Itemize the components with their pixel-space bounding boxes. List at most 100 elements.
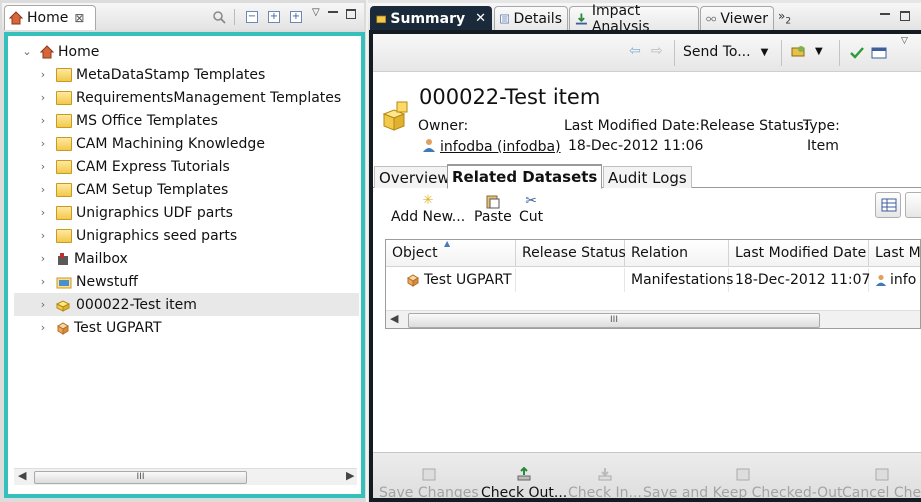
- tree-item[interactable]: › MetaDataStamp Templates: [14, 63, 359, 86]
- scroll-left-icon[interactable]: ◀: [18, 469, 26, 482]
- tree-item[interactable]: › Test UGPART: [14, 316, 359, 339]
- send-to-button[interactable]: Send To... ▼: [683, 44, 768, 60]
- actions-menu-button[interactable]: ▼: [791, 44, 823, 58]
- view-menu-icon[interactable]: ▽: [901, 36, 908, 46]
- chevron-right-icon[interactable]: ›: [36, 91, 50, 104]
- chevron-right-icon[interactable]: ›: [36, 298, 50, 311]
- scroll-thumb[interactable]: III: [34, 471, 247, 484]
- search-icon[interactable]: [212, 10, 226, 24]
- back-arrow-icon[interactable]: ⇦: [629, 43, 641, 59]
- tree-item[interactable]: ⌄ Home: [14, 40, 359, 63]
- chevron-down-icon[interactable]: ⌄: [20, 45, 34, 58]
- folder-icon: [56, 228, 72, 243]
- tab-home[interactable]: Home ⊠: [4, 5, 96, 30]
- chevron-right-icon[interactable]: ›: [36, 321, 50, 334]
- tree-item-label: Newstuff: [76, 273, 138, 290]
- paste-button[interactable]: Paste: [474, 193, 512, 225]
- tree-item[interactable]: › CAM Machining Knowledge: [14, 132, 359, 155]
- close-tab-icon[interactable]: ⊠: [74, 11, 84, 25]
- owner-link[interactable]: infodba (infodba): [440, 139, 561, 155]
- tab-impact-analysis[interactable]: Impact Analysis: [569, 3, 699, 35]
- column-header-label: Relation: [631, 245, 688, 261]
- tab-overview[interactable]: Overview: [374, 166, 455, 188]
- chevron-right-icon[interactable]: ›: [36, 183, 50, 196]
- check-in-button[interactable]: Check In...: [568, 457, 642, 498]
- cut-icon: ✂: [525, 193, 537, 209]
- tab-summary[interactable]: Summary ✕: [370, 6, 492, 30]
- tree-item[interactable]: › Newstuff: [14, 270, 359, 293]
- chevron-right-icon[interactable]: ›: [36, 252, 50, 265]
- table-view-button[interactable]: [875, 192, 901, 218]
- column-header-last-modified-user[interactable]: Last M: [869, 240, 920, 267]
- chevron-right-icon[interactable]: ›: [36, 114, 50, 127]
- home-tree: ⌄ Home › MetaDataStamp Templates › Requiremen…: [14, 40, 359, 339]
- tree-item[interactable]: › Unigraphics UDF parts: [14, 201, 359, 224]
- column-header-label: Object: [392, 245, 438, 261]
- folder-icon: [56, 182, 72, 197]
- tab-audit-logs-label: Audit Logs: [608, 168, 687, 187]
- tree-item[interactable]: › CAM Setup Templates: [14, 178, 359, 201]
- window-icon[interactable]: [871, 46, 887, 60]
- tree-item[interactable]: › 000022-Test item: [14, 293, 359, 316]
- add-new-button[interactable]: ✳ Add New...: [391, 193, 465, 225]
- tree-item[interactable]: › Mailbox: [14, 247, 359, 270]
- maximize-icon[interactable]: [346, 9, 356, 19]
- column-header-release-status[interactable]: Release Status: [516, 240, 626, 267]
- column-header-relation[interactable]: Relation: [625, 240, 729, 267]
- tree-item[interactable]: › RequirementsManagement Templates: [14, 86, 359, 109]
- tab-related-datasets[interactable]: Related Datasets: [447, 164, 603, 189]
- save-icon: [422, 468, 436, 481]
- table-horizontal-scrollbar[interactable]: ◀ III: [386, 310, 920, 328]
- view-menu-icon[interactable]: ▽: [312, 7, 320, 18]
- column-header-object[interactable]: Object ▲: [386, 240, 516, 267]
- column-header-last-modified-date[interactable]: Last Modified Date: [729, 240, 869, 267]
- chevron-right-icon[interactable]: ›: [36, 68, 50, 81]
- tree-item[interactable]: › CAM Express Tutorials: [14, 155, 359, 178]
- chevron-right-icon[interactable]: ›: [36, 160, 50, 173]
- tree-view-button[interactable]: [905, 192, 921, 218]
- scroll-left-icon[interactable]: ◀: [390, 312, 398, 325]
- check-out-icon: [517, 467, 531, 481]
- chevron-right-icon[interactable]: ›: [36, 275, 50, 288]
- expand-below-icon[interactable]: +: [290, 11, 302, 23]
- mailbox-icon: [56, 252, 70, 266]
- horizontal-scrollbar[interactable]: ◀ III ▶: [14, 468, 357, 485]
- chevron-right-icon[interactable]: ›: [36, 206, 50, 219]
- tab-audit-logs[interactable]: Audit Logs: [603, 166, 692, 188]
- cut-button[interactable]: ✂ Cut: [519, 193, 543, 225]
- ugpart-icon: [407, 274, 419, 287]
- scroll-thumb[interactable]: III: [408, 313, 820, 328]
- tab-viewer[interactable]: Viewer: [700, 6, 774, 30]
- tab-details[interactable]: Details: [494, 6, 568, 30]
- check-out-button[interactable]: Check Out...: [481, 457, 567, 498]
- tree-item-label: 000022-Test item: [76, 296, 197, 313]
- tree-item[interactable]: › MS Office Templates: [14, 109, 359, 132]
- check-in-icon: [598, 468, 612, 481]
- collapse-all-icon[interactable]: −: [246, 11, 258, 23]
- cancel-check-out-button[interactable]: Cancel Che: [842, 457, 921, 498]
- save-changes-button[interactable]: Save Changes: [379, 457, 479, 498]
- forward-arrow-icon[interactable]: ⇨: [651, 43, 663, 59]
- checkmark-icon[interactable]: [849, 46, 865, 60]
- more-tabs-count: 2: [785, 16, 792, 27]
- editor-tabbar: Summary ✕ Details Impact Analysis Viewer…: [368, 3, 921, 35]
- tab-summary-label: Summary: [390, 10, 466, 27]
- more-tabs-button[interactable]: »2: [778, 9, 791, 26]
- save-and-keep-checked-out-button[interactable]: Save and Keep Checked-Out: [643, 457, 843, 498]
- expand-all-icon[interactable]: +: [268, 11, 280, 23]
- maximize-icon[interactable]: [900, 11, 910, 21]
- minimize-icon[interactable]: [880, 13, 890, 15]
- scroll-right-icon[interactable]: ▶: [346, 469, 354, 482]
- table-row[interactable]: Test UGPART Manifestations 18-Dec-2012 1…: [386, 268, 920, 292]
- tree-item[interactable]: › Unigraphics seed parts: [14, 224, 359, 247]
- last-modified-value: 18-Dec-2012 11:06: [568, 138, 704, 154]
- tab-overview-label: Overview: [379, 168, 450, 187]
- toolbar-separator: [674, 40, 675, 66]
- chevron-right-icon[interactable]: ›: [36, 229, 50, 242]
- viewer-icon: [706, 16, 717, 21]
- close-tab-icon[interactable]: ✕: [475, 11, 486, 26]
- tree-item-label: Unigraphics seed parts: [76, 227, 238, 244]
- minimize-icon[interactable]: [328, 11, 338, 13]
- tree-item-label: CAM Express Tutorials: [76, 158, 230, 175]
- chevron-right-icon[interactable]: ›: [36, 137, 50, 150]
